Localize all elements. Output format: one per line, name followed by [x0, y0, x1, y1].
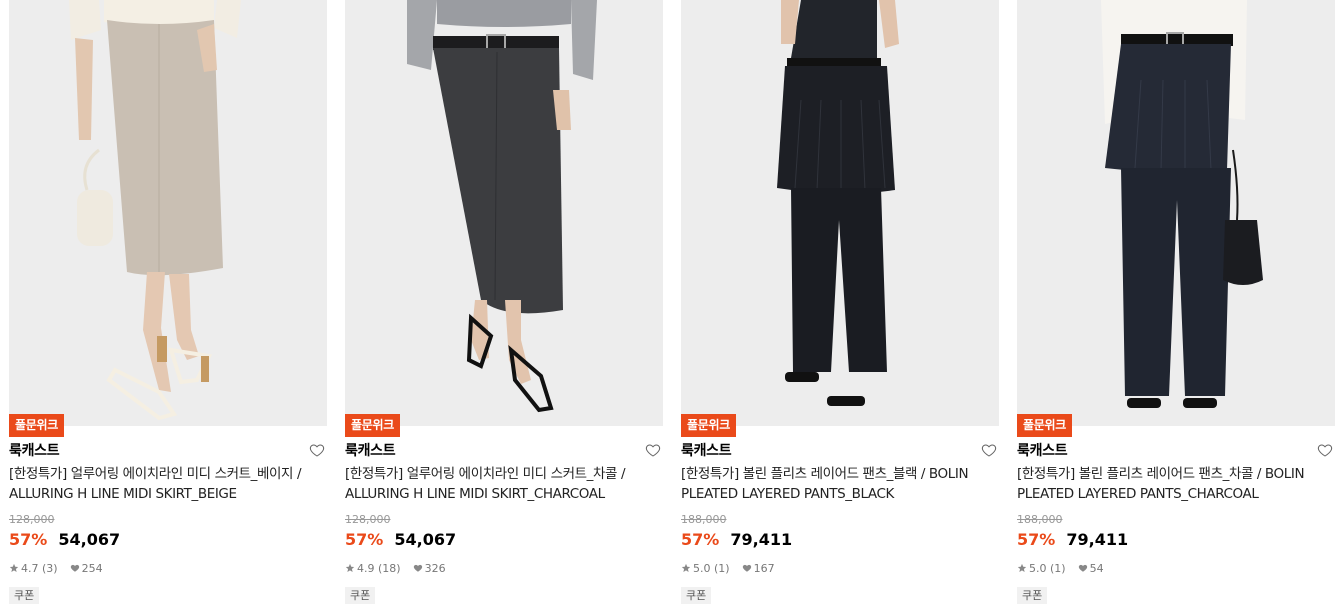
sale-price: 79,411: [1066, 530, 1129, 549]
review-count: (1): [714, 561, 730, 575]
product-image[interactable]: [345, 0, 663, 426]
review-count: (1): [1050, 561, 1066, 575]
promo-badge: 풀문위크: [9, 414, 64, 437]
product-title[interactable]: [한정특가] 볼린 플리츠 레이어드 팬츠_블랙 / BOLIN PLEATED…: [681, 464, 999, 504]
product-image[interactable]: [1017, 0, 1335, 426]
product-image[interactable]: [9, 0, 327, 426]
sale-price: 79,411: [730, 530, 793, 549]
product-card[interactable]: 풀문위크 룩캐스트 [한정특가] 볼린 플리츠 레이어드 팬츠_블랙 / BOL…: [681, 0, 999, 604]
sale-price: 54,067: [394, 530, 457, 549]
discount-rate: 57%: [9, 530, 48, 549]
promo-badge: 풀문위크: [345, 414, 400, 437]
heart-outline-icon[interactable]: [309, 442, 325, 458]
brand-name[interactable]: 룩캐스트: [681, 442, 999, 460]
charcoal-midi-skirt-photo: [345, 0, 663, 426]
heart-outline-icon[interactable]: [1317, 442, 1333, 458]
promo-badge: 풀문위크: [1017, 414, 1072, 437]
brand-name[interactable]: 룩캐스트: [1017, 442, 1335, 460]
product-card[interactable]: 풀문위크 룩캐스트 [한정특가] 얼루어링 에이치라인 미디 스커트_베이지 /…: [9, 0, 327, 604]
brand-name[interactable]: 룩캐스트: [9, 442, 327, 460]
product-title[interactable]: [한정특가] 얼루어링 에이치라인 미디 스커트_베이지 / ALLURING …: [9, 464, 327, 504]
original-price: 128,000: [9, 513, 55, 526]
black-layered-pants-photo: [681, 0, 999, 426]
heart-filled-icon: [70, 564, 79, 572]
review-count: (18): [378, 561, 401, 575]
brand-name[interactable]: 룩캐스트: [345, 442, 663, 460]
heart-filled-icon: [742, 564, 751, 572]
like-count: 54: [1089, 561, 1104, 575]
original-price: 188,000: [681, 513, 727, 526]
star-icon: [681, 563, 691, 572]
coupon-tag[interactable]: 쿠폰: [1017, 587, 1048, 604]
beige-midi-skirt-photo: [9, 0, 327, 426]
original-price: 188,000: [1017, 513, 1063, 526]
product-grid: 풀문위크 룩캐스트 [한정특가] 얼루어링 에이치라인 미디 스커트_베이지 /…: [0, 0, 1344, 604]
like-count: 167: [753, 561, 775, 575]
heart-outline-icon[interactable]: [981, 442, 997, 458]
star-icon: [1017, 563, 1027, 572]
rating-value: 5.0: [693, 561, 711, 575]
coupon-tag[interactable]: 쿠폰: [9, 587, 40, 604]
like-count: 254: [81, 561, 103, 575]
coupon-tag[interactable]: 쿠폰: [681, 587, 712, 604]
coupon-tag[interactable]: 쿠폰: [345, 587, 376, 604]
product-card[interactable]: 풀문위크 룩캐스트 [한정특가] 얼루어링 에이치라인 미디 스커트_차콜 / …: [345, 0, 663, 604]
rating-value: 4.7: [21, 561, 39, 575]
product-card[interactable]: 풀문위크 룩캐스트 [한정특가] 볼린 플리츠 레이어드 팬츠_차콜 / BOL…: [1017, 0, 1335, 604]
charcoal-layered-pants-photo: [1017, 0, 1335, 426]
like-count: 326: [424, 561, 446, 575]
discount-rate: 57%: [681, 530, 720, 549]
review-count: (3): [42, 561, 58, 575]
heart-filled-icon: [1078, 564, 1087, 572]
promo-badge: 풀문위크: [681, 414, 736, 437]
heart-outline-icon[interactable]: [645, 442, 661, 458]
product-image[interactable]: [681, 0, 999, 426]
product-title[interactable]: [한정특가] 볼린 플리츠 레이어드 팬츠_차콜 / BOLIN PLEATED…: [1017, 464, 1335, 504]
discount-rate: 57%: [1017, 530, 1056, 549]
discount-rate: 57%: [345, 530, 384, 549]
sale-price: 54,067: [58, 530, 121, 549]
rating-value: 5.0: [1029, 561, 1047, 575]
heart-filled-icon: [413, 564, 422, 572]
product-title[interactable]: [한정특가] 얼루어링 에이치라인 미디 스커트_차콜 / ALLURING H…: [345, 464, 663, 504]
star-icon: [9, 563, 19, 572]
star-icon: [345, 563, 355, 572]
original-price: 128,000: [345, 513, 391, 526]
rating-value: 4.9: [357, 561, 375, 575]
